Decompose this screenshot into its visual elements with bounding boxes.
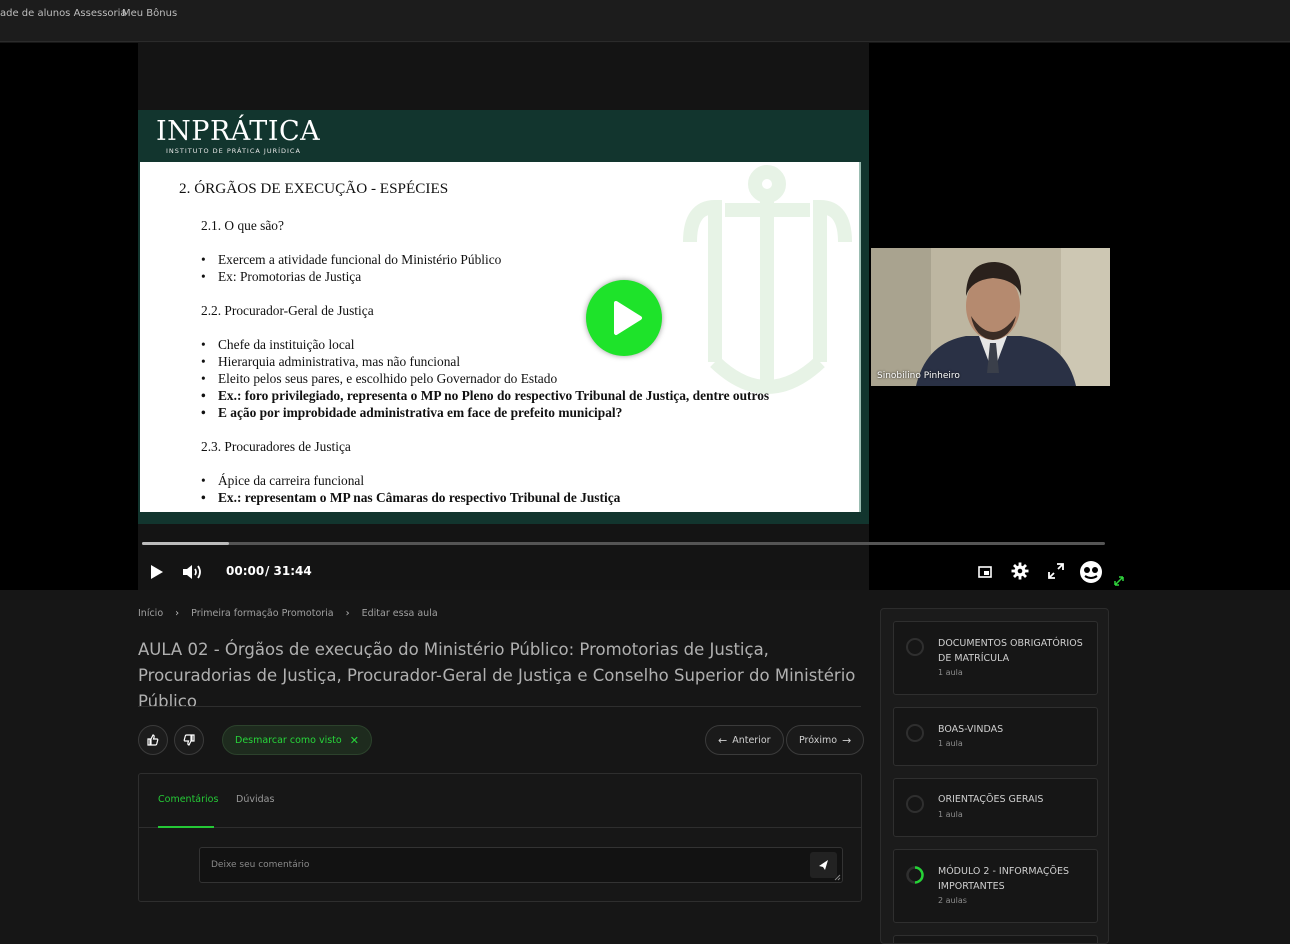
- slide-bullet: Ex: Promotorias de Justiça: [201, 269, 361, 285]
- video-progress-bar[interactable]: [142, 542, 1105, 545]
- video-player[interactable]: INPRÁTICA INSTITUTO DE PRÁTICA JURÍDICA: [0, 43, 1290, 590]
- presenter-webcam: Sinobilino Pinheiro: [871, 248, 1110, 386]
- volume-icon: [183, 565, 201, 579]
- course-modules-sidebar: DOCUMENTOS OBRIGATÓRIOS DE MATRÍCULA 1 a…: [880, 608, 1109, 944]
- slide-bullet: Eleito pelos seus pares, e escolhido pel…: [201, 371, 557, 387]
- unmark-watched-button[interactable]: Desmarcar como visto ✕: [222, 725, 372, 755]
- tab-comments[interactable]: Comentários: [158, 794, 218, 805]
- presenter-name: Sinobilino Pinheiro: [877, 371, 960, 381]
- slide-bullet: Ápice da carreira funcional: [201, 473, 364, 489]
- slide-bullet: Ex.: foro privilegiado, representa o MP …: [201, 388, 769, 404]
- breadcrumb: Início › Primeira formação Promotoria › …: [138, 608, 438, 619]
- slide-section-title: 2.2. Procurador-Geral de Justiça: [201, 303, 374, 318]
- next-lesson-button[interactable]: Próximo →: [786, 725, 865, 755]
- send-icon: [819, 860, 828, 870]
- unmark-watched-label: Desmarcar como visto: [235, 734, 342, 746]
- thumbs-up-icon: [147, 734, 159, 746]
- module-status-circle-icon: [906, 795, 924, 813]
- slide-content-panel: 2. ÓRGÃOS DE EXECUÇÃO - ESPÉCIES 2.1. O …: [140, 162, 861, 512]
- slide-section-title: 2.1. O que são?: [201, 218, 284, 233]
- presenter-video-frame: [871, 248, 1110, 386]
- top-navigation: ade de alunos Assessoria Meu Bônus: [0, 0, 1290, 42]
- tabs-divider: [139, 827, 861, 828]
- fullscreen-icon: [1048, 563, 1064, 579]
- module-card[interactable]: DOCUMENTOS OBRIGATÓRIOS DE MATRÍCULA 1 a…: [893, 621, 1098, 695]
- breadcrumb-current[interactable]: Editar essa aula: [362, 608, 438, 619]
- divider: [138, 706, 861, 707]
- chevron-right-icon: ›: [345, 608, 350, 619]
- settings-button[interactable]: [1009, 560, 1031, 582]
- breadcrumb-course[interactable]: Primeira formação Promotoria: [191, 608, 333, 619]
- arrow-right-icon: →: [842, 733, 852, 747]
- module-card[interactable]: [893, 935, 1098, 943]
- picture-in-picture-button[interactable]: [974, 561, 996, 583]
- comments-panel: Comentários Dúvidas Deixe seu comentário: [138, 773, 862, 902]
- picture-in-picture-icon: [978, 566, 992, 578]
- arrow-left-icon: ←: [718, 733, 728, 747]
- breadcrumb-home[interactable]: Início: [138, 608, 163, 619]
- chevron-right-icon: ›: [175, 608, 180, 619]
- module-lesson-count: 1 aula: [938, 668, 963, 677]
- current-time: 00:00: [226, 564, 265, 578]
- video-duration: / 31:44: [265, 564, 312, 578]
- module-lesson-count: 2 aulas: [938, 896, 967, 905]
- slide-section-title: 2.3. Procuradores de Justiça: [201, 439, 351, 454]
- module-lesson-count: 1 aula: [938, 810, 963, 819]
- anchor-watermark-light-icon: [683, 165, 852, 394]
- extension-button[interactable]: [1078, 559, 1104, 585]
- module-progress-ring-icon: [906, 866, 924, 884]
- lecture-slide: INPRÁTICA INSTITUTO DE PRÁTICA JURÍDICA: [138, 110, 869, 524]
- module-status-circle-icon: [906, 724, 924, 742]
- slide-heading: 2. ÓRGÃOS DE EXECUÇÃO - ESPÉCIES: [179, 180, 449, 197]
- module-title: MÓDULO 2 - INFORMAÇÕES IMPORTANTES: [938, 866, 1070, 892]
- slide-bullet: Ex.: representam o MP nas Câmaras do res…: [201, 490, 620, 506]
- fullscreen-button[interactable]: [1045, 560, 1067, 582]
- slide-bullet: Exercem a atividade funcional do Ministé…: [201, 252, 501, 268]
- thumbs-down-icon: [183, 734, 195, 746]
- previous-lesson-button[interactable]: ← Anterior: [705, 725, 784, 755]
- close-icon: ✕: [349, 733, 359, 747]
- like-button[interactable]: [138, 725, 168, 755]
- play-icon: [151, 565, 163, 579]
- module-title: BOAS-VINDAS: [938, 724, 1004, 735]
- dislike-button[interactable]: [174, 725, 204, 755]
- tab-questions[interactable]: Dúvidas: [236, 794, 274, 805]
- video-progress-fill: [142, 542, 229, 545]
- play-button[interactable]: [146, 561, 168, 583]
- module-card[interactable]: MÓDULO 2 - INFORMAÇÕES IMPORTANTES 2 aul…: [893, 849, 1098, 923]
- comment-input[interactable]: Deixe seu comentário: [199, 847, 843, 883]
- previous-label: Anterior: [732, 734, 771, 746]
- slide-brand-logo: INPRÁTICA: [156, 116, 321, 147]
- module-card[interactable]: BOAS-VINDAS 1 aula: [893, 707, 1098, 766]
- slide-bullet: Hierarquia administrativa, mas não funci…: [201, 354, 460, 370]
- play-icon: [614, 301, 642, 335]
- active-tab-indicator: [158, 826, 214, 828]
- volume-button[interactable]: [181, 561, 205, 583]
- settings-icon: [1011, 562, 1029, 580]
- lesson-title: AULA 02 - Órgãos de execução do Ministér…: [138, 640, 856, 711]
- resize-icon: [1114, 576, 1124, 586]
- big-play-button[interactable]: [586, 280, 662, 356]
- textarea-resize-icon[interactable]: [834, 874, 841, 881]
- module-title: ORIENTAÇÕES GERAIS: [938, 794, 1044, 805]
- next-label: Próximo: [799, 734, 838, 746]
- module-card[interactable]: ORIENTAÇÕES GERAIS 1 aula: [893, 778, 1098, 837]
- slide-brand-subtitle: INSTITUTO DE PRÁTICA JURÍDICA: [166, 147, 301, 155]
- send-comment-button[interactable]: [810, 852, 837, 878]
- extension-icon: [1080, 561, 1102, 583]
- nav-link-assessoria[interactable]: ade de alunos Assessoria: [0, 8, 127, 19]
- slide-bullet: E ação por improbidade administrativa em…: [201, 405, 622, 421]
- resize-handle[interactable]: [1113, 575, 1125, 587]
- module-title: DOCUMENTOS OBRIGATÓRIOS DE MATRÍCULA: [938, 638, 1083, 664]
- nav-link-meu-bonus[interactable]: Meu Bônus: [122, 8, 177, 19]
- slide-bullet: Chefe da instituição local: [201, 337, 355, 353]
- module-status-circle-icon: [906, 638, 924, 656]
- comment-placeholder: Deixe seu comentário: [211, 860, 310, 870]
- module-lesson-count: 1 aula: [938, 739, 963, 748]
